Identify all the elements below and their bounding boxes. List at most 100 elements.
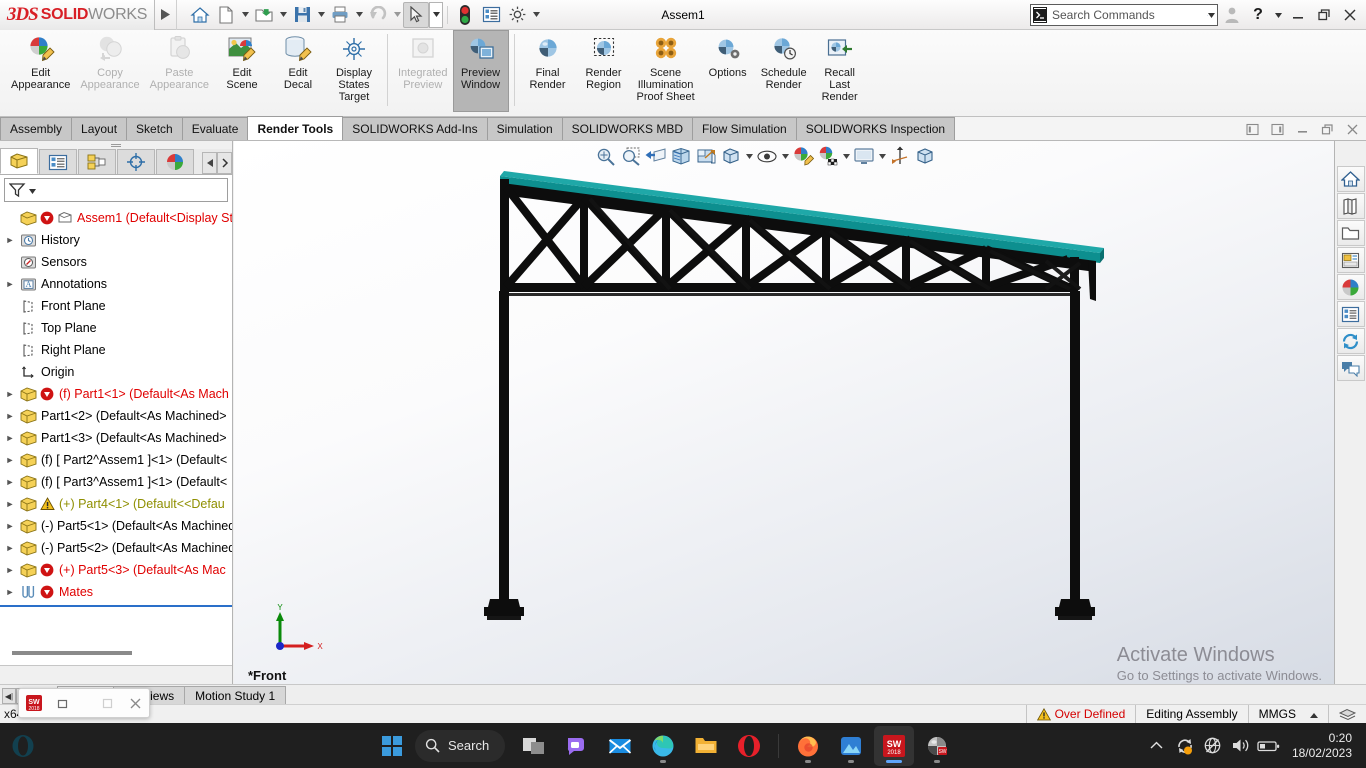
taskbar-clock[interactable]: 0:20 18/02/2023: [1284, 731, 1358, 761]
edit-scene-button[interactable]: Edit Scene: [214, 30, 270, 112]
save-caret-icon[interactable]: [315, 2, 327, 28]
options-list-icon[interactable]: [478, 2, 504, 28]
tree-item-assem1[interactable]: Assem1 (Default<Display State: [0, 207, 232, 229]
tab-render-tools[interactable]: Render Tools: [247, 116, 344, 140]
schedule-render-button[interactable]: Schedule Render: [756, 30, 812, 112]
display-manager-tab[interactable]: [156, 149, 194, 174]
status-units-selector[interactable]: MMGS: [1247, 704, 1328, 724]
select-cursor-icon[interactable]: [403, 1, 429, 28]
tree-arrow[interactable]: ►: [2, 499, 18, 509]
network-icon[interactable]: [1200, 731, 1226, 761]
search-commands-box[interactable]: [1030, 4, 1218, 26]
mini-window-restore-button[interactable]: [49, 689, 77, 717]
tab-solidworks-inspection[interactable]: SOLIDWORKS Inspection: [795, 117, 956, 140]
solidworks-resources-icon[interactable]: [1336, 166, 1365, 192]
options-caret-icon[interactable]: [530, 2, 542, 28]
opera-corner-icon[interactable]: [10, 733, 36, 759]
print-icon[interactable]: [327, 2, 353, 28]
show-hidden-icons[interactable]: [1144, 731, 1170, 761]
tree-item-front-plane[interactable]: Front Plane: [0, 295, 232, 317]
filter-caret-icon[interactable]: [29, 183, 36, 197]
mini-window-maximize-button[interactable]: [93, 689, 121, 717]
file-explorer-icon[interactable]: [686, 726, 726, 766]
tab-sketch[interactable]: Sketch: [126, 117, 183, 140]
tree-item-sensors[interactable]: Sensors: [0, 251, 232, 273]
firefox-icon[interactable]: [788, 726, 828, 766]
minimize-button[interactable]: [1286, 2, 1310, 28]
open-folder-icon[interactable]: [251, 2, 277, 28]
rebuild-icon[interactable]: [452, 2, 478, 28]
photos-icon[interactable]: [831, 726, 871, 766]
menu-expand-arrow-icon[interactable]: [155, 0, 177, 30]
render-options-button[interactable]: Options: [700, 30, 756, 112]
tree-horizontal-scrollbar[interactable]: [12, 651, 132, 655]
select-caret-icon[interactable]: [429, 1, 443, 28]
forum-icon[interactable]: [1336, 355, 1365, 381]
gear-icon[interactable]: [504, 2, 530, 28]
undo-caret-icon[interactable]: [391, 2, 403, 28]
tree-item-part1-1[interactable]: ► (f) Part1<1> (Default<As Mach: [0, 383, 232, 405]
restore-button[interactable]: [1312, 2, 1336, 28]
tab-flow-simulation[interactable]: Flow Simulation: [692, 117, 797, 140]
mail-icon[interactable]: [600, 726, 640, 766]
opera-icon[interactable]: [729, 726, 769, 766]
tree-arrow[interactable]: ►: [2, 477, 18, 487]
taskbar-search-box[interactable]: Search: [415, 729, 506, 762]
tree-arrow[interactable]: ►: [2, 411, 18, 421]
close-button[interactable]: [1338, 2, 1362, 28]
file-explorer-icon[interactable]: [1336, 220, 1365, 246]
doc-tab-first-icon[interactable]: ◀|: [2, 688, 16, 704]
tree-arrow[interactable]: ►: [2, 279, 18, 289]
final-render-button[interactable]: Final Render: [520, 30, 576, 112]
document-close-button[interactable]: [1342, 119, 1362, 139]
tree-item-part2-assem1[interactable]: ► (f) [ Part2^Assem1 ]<1> (Default<: [0, 449, 232, 471]
tree-item-annotations[interactable]: ► A Annotations: [0, 273, 232, 295]
tabs-scroll-left-icon[interactable]: [202, 152, 217, 174]
print-caret-icon[interactable]: [353, 2, 365, 28]
tree-arrow[interactable]: ►: [2, 455, 18, 465]
new-document-icon[interactable]: [213, 2, 239, 28]
search-input[interactable]: [1052, 8, 1207, 22]
preview-window-button[interactable]: Preview Window: [452, 30, 509, 112]
previous-document-button[interactable]: [1242, 119, 1262, 139]
display-states-target-button[interactable]: Display States Target: [326, 30, 382, 112]
task-view-icon[interactable]: [514, 726, 554, 766]
tree-item-part1-2[interactable]: ► Part1<2> (Default<As Machined>: [0, 405, 232, 427]
tree-arrow[interactable]: ►: [2, 565, 18, 575]
photoview-icon[interactable]: SW: [917, 726, 957, 766]
pdm-vault-icon[interactable]: [1336, 328, 1365, 354]
integrated-preview-button[interactable]: Integrated Preview: [393, 30, 453, 112]
tab-evaluate[interactable]: Evaluate: [181, 117, 249, 140]
account-icon[interactable]: [1220, 2, 1244, 28]
render-region-button[interactable]: Render Region: [576, 30, 632, 112]
start-icon[interactable]: [372, 726, 412, 766]
scene-illumination-proof-sheet-button[interactable]: Scene Illumination Proof Sheet: [632, 30, 700, 112]
tree-item-mates[interactable]: ► Mates: [0, 581, 232, 603]
new-document-caret-icon[interactable]: [239, 2, 251, 28]
edit-decal-button[interactable]: Edit Decal: [270, 30, 326, 112]
tree-item-part3-assem1[interactable]: ► (f) [ Part3^Assem1 ]<1> (Default<: [0, 471, 232, 493]
tree-item-part5-1[interactable]: ► (-) Part5<1> (Default<As Machined: [0, 515, 232, 537]
tab-assembly[interactable]: Assembly: [0, 117, 73, 140]
tree-item-part4-1[interactable]: ► (+) Part4<1> (Default<<Defau: [0, 493, 232, 515]
status-overlay-icon[interactable]: [1328, 704, 1366, 724]
tree-arrow[interactable]: ►: [2, 543, 18, 553]
floating-mini-window[interactable]: SW 2018: [18, 688, 150, 718]
battery-icon[interactable]: [1256, 731, 1282, 761]
edit-appearance-button[interactable]: Edit Appearance: [6, 30, 75, 112]
view-palette-icon[interactable]: [1336, 247, 1365, 273]
solidworks-logo[interactable]: 3DS SOLID WORKS: [0, 0, 155, 30]
tree-arrow[interactable]: ►: [2, 433, 18, 443]
save-icon[interactable]: [289, 2, 315, 28]
tree-arrow[interactable]: ►: [2, 521, 18, 531]
tree-item-history[interactable]: ► History: [0, 229, 232, 251]
tree-item-part5-2[interactable]: ► (-) Part5<2> (Default<As Machined: [0, 537, 232, 559]
design-library-icon[interactable]: [1336, 193, 1365, 219]
tree-item-part1-3[interactable]: ► Part1<3> (Default<As Machined>: [0, 427, 232, 449]
open-caret-icon[interactable]: [277, 2, 289, 28]
tab-solidworks-mbd[interactable]: SOLIDWORKS MBD: [561, 117, 693, 140]
search-scope-icon[interactable]: [1033, 7, 1047, 23]
tree-item-part5-3[interactable]: ► (+) Part5<3> (Default<As Mac: [0, 559, 232, 581]
tree-arrow[interactable]: ►: [2, 587, 18, 597]
mini-window-close-button[interactable]: [121, 689, 149, 717]
